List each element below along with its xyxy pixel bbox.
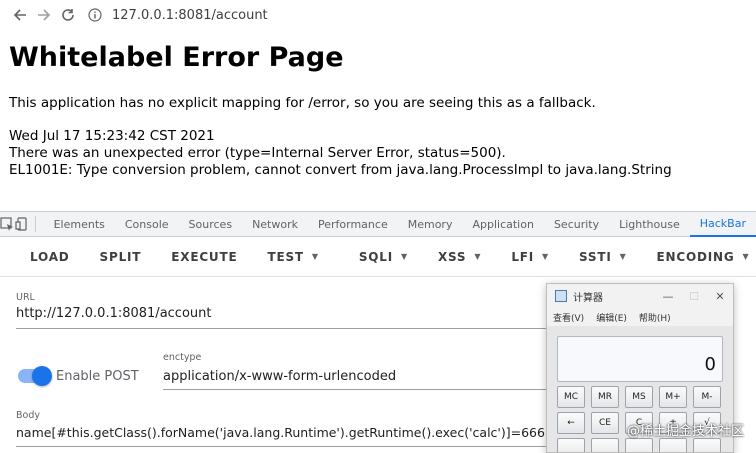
- key-m-minus[interactable]: M-: [693, 386, 721, 408]
- key-9[interactable]: [625, 438, 653, 452]
- hackbar-toolbar: LOAD SPLIT EXECUTE TEST ▼ SQLI ▼ XSS ▼ LFI ▼…: [0, 237, 756, 277]
- tab-separator: [34, 216, 36, 232]
- close-icon[interactable]: ✕: [707, 290, 733, 303]
- key-backspace[interactable]: ←: [557, 412, 585, 434]
- tab-application[interactable]: Application: [462, 212, 543, 237]
- memory-key-row: MC MR MS M+ M-: [557, 386, 727, 408]
- tab-security[interactable]: Security: [544, 212, 609, 237]
- key-ms[interactable]: MS: [625, 386, 653, 408]
- load-button[interactable]: LOAD: [30, 237, 70, 277]
- execute-label: EXECUTE: [171, 249, 238, 264]
- url-label: URL: [16, 292, 35, 303]
- calculator-app-icon: [555, 290, 567, 302]
- caret-down-icon: ▼: [619, 252, 627, 261]
- menu-edit[interactable]: 编辑(E): [596, 311, 627, 324]
- caret-down-icon: ▼: [742, 252, 750, 261]
- key-percent[interactable]: [693, 438, 721, 452]
- key-7[interactable]: [557, 438, 585, 452]
- reload-icon[interactable]: [56, 3, 80, 27]
- tab-performance[interactable]: Performance: [308, 212, 398, 237]
- error-detail-line: EL1001E: Type conversion problem, cannot…: [9, 162, 672, 178]
- key-8[interactable]: [591, 438, 619, 452]
- address-bar[interactable]: 127.0.0.1:8081/account: [86, 3, 506, 27]
- tab-elements[interactable]: Elements: [44, 212, 115, 237]
- body-input[interactable]: name[#this.getClass().forName('java.lang…: [16, 425, 551, 440]
- ssti-menu-button[interactable]: SSTI ▼: [579, 237, 627, 277]
- error-type-line: There was an unexpected error (type=Inte…: [9, 145, 506, 161]
- forward-icon[interactable]: [32, 3, 56, 27]
- caret-down-icon: ▼: [311, 252, 319, 261]
- page-title: Whitelabel Error Page: [9, 42, 344, 73]
- enctype-label: enctype: [163, 352, 202, 363]
- body-underline: [16, 446, 546, 447]
- encoding-label: ENCODING: [656, 249, 735, 264]
- tab-memory[interactable]: Memory: [398, 212, 463, 237]
- tab-hackbar[interactable]: HackBar: [689, 212, 756, 237]
- device-toolbar-icon[interactable]: [14, 212, 28, 237]
- toggle-knob: [32, 366, 52, 386]
- back-icon[interactable]: [8, 3, 32, 27]
- ssti-label: SSTI: [578, 249, 612, 264]
- xss-menu-button[interactable]: XSS ▼: [438, 237, 481, 277]
- watermark: @稀土掘金技术社区: [626, 424, 744, 439]
- address-url: 127.0.0.1:8081/account: [112, 7, 268, 23]
- url-input-underline: [16, 328, 546, 329]
- inspect-element-icon[interactable]: [0, 212, 14, 237]
- encoding-menu-button[interactable]: ENCODING ▼: [657, 237, 750, 277]
- error-timestamp: Wed Jul 17 15:23:42 CST 2021: [9, 128, 215, 144]
- lfi-label: LFI: [511, 249, 535, 264]
- split-button[interactable]: SPLIT: [100, 237, 142, 277]
- menu-help[interactable]: 帮助(H): [639, 311, 671, 324]
- enctype-underline: [163, 389, 546, 390]
- calculator-titlebar[interactable]: 计算器 — ☐ ✕: [547, 284, 733, 308]
- enable-post-toggle[interactable]: [18, 366, 52, 386]
- menu-view[interactable]: 查看(V): [553, 311, 584, 324]
- load-label: LOAD: [30, 249, 70, 264]
- error-page: Whitelabel Error Page This application h…: [9, 38, 749, 178]
- site-info-icon[interactable]: [86, 6, 104, 24]
- tab-sources[interactable]: Sources: [179, 212, 243, 237]
- key-divide[interactable]: [659, 438, 687, 452]
- caret-down-icon: ▼: [401, 252, 408, 261]
- caret-down-icon: ▼: [542, 252, 549, 261]
- lfi-menu-button[interactable]: LFI ▼: [511, 237, 549, 277]
- execute-button[interactable]: EXECUTE: [171, 237, 237, 277]
- minimize-icon[interactable]: —: [655, 290, 681, 303]
- tab-network[interactable]: Network: [242, 212, 308, 237]
- caret-down-icon: ▼: [474, 252, 482, 261]
- xss-label: XSS: [437, 249, 467, 264]
- test-label: TEST: [267, 249, 304, 264]
- window-controls: — ☐ ✕: [655, 290, 733, 303]
- tab-console[interactable]: Console: [115, 212, 179, 237]
- maximize-icon: ☐: [689, 289, 699, 303]
- key-ce[interactable]: CE: [591, 412, 619, 434]
- sqli-menu-button[interactable]: SQLI ▼: [359, 237, 408, 277]
- calculator-menu-bar: 查看(V) 编辑(E) 帮助(H): [547, 308, 733, 326]
- digit-key-row: [557, 438, 727, 452]
- body-label: Body: [16, 410, 40, 421]
- enctype-select[interactable]: application/x-www-form-urlencoded: [163, 369, 396, 384]
- devtools-tab-bar: Elements Console Sources Network Perform…: [0, 212, 756, 237]
- key-mr[interactable]: MR: [591, 386, 619, 408]
- url-input[interactable]: http://127.0.0.1:8081/account: [16, 306, 211, 321]
- key-m-plus[interactable]: M+: [659, 386, 687, 408]
- tab-lighthouse[interactable]: Lighthouse: [609, 212, 690, 237]
- calculator-title: 计算器: [573, 292, 603, 304]
- calculator-display: 0: [557, 336, 723, 382]
- calculator-display-value: 0: [704, 354, 716, 375]
- enable-post-label: Enable POST: [56, 369, 139, 384]
- sqli-label: SQLI: [358, 249, 393, 264]
- error-message: This application has no explicit mapping…: [9, 95, 596, 111]
- split-label: SPLIT: [99, 249, 142, 264]
- test-menu-button[interactable]: TEST ▼: [267, 237, 318, 277]
- key-mc[interactable]: MC: [557, 386, 585, 408]
- browser-toolbar: 127.0.0.1:8081/account: [0, 0, 756, 30]
